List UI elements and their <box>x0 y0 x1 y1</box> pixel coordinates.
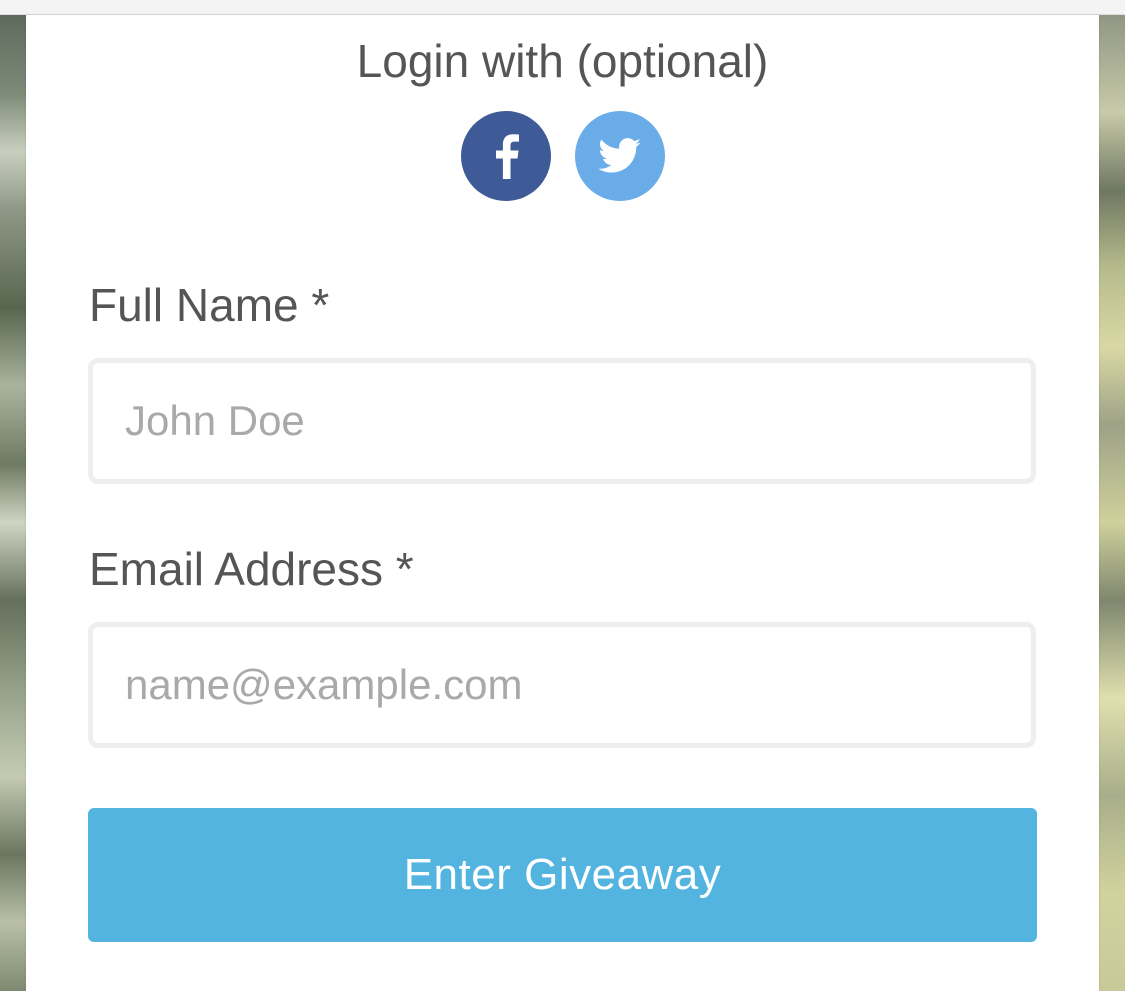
facebook-icon <box>491 133 521 179</box>
full-name-input[interactable] <box>88 358 1036 484</box>
login-title: Login with (optional) <box>356 35 769 87</box>
background-image-right <box>1099 15 1125 991</box>
twitter-login-button[interactable] <box>575 111 665 201</box>
email-address-input[interactable] <box>88 622 1036 748</box>
full-name-label: Full Name * <box>89 279 330 331</box>
enter-giveaway-button[interactable]: Enter Giveaway <box>88 808 1037 942</box>
giveaway-form-card: Login with (optional) Full Name * Email … <box>26 15 1099 991</box>
facebook-login-button[interactable] <box>461 111 551 201</box>
browser-top-strip <box>0 0 1125 15</box>
background-image-left <box>0 15 26 991</box>
email-address-label: Email Address * <box>89 543 414 595</box>
twitter-icon <box>598 138 642 174</box>
